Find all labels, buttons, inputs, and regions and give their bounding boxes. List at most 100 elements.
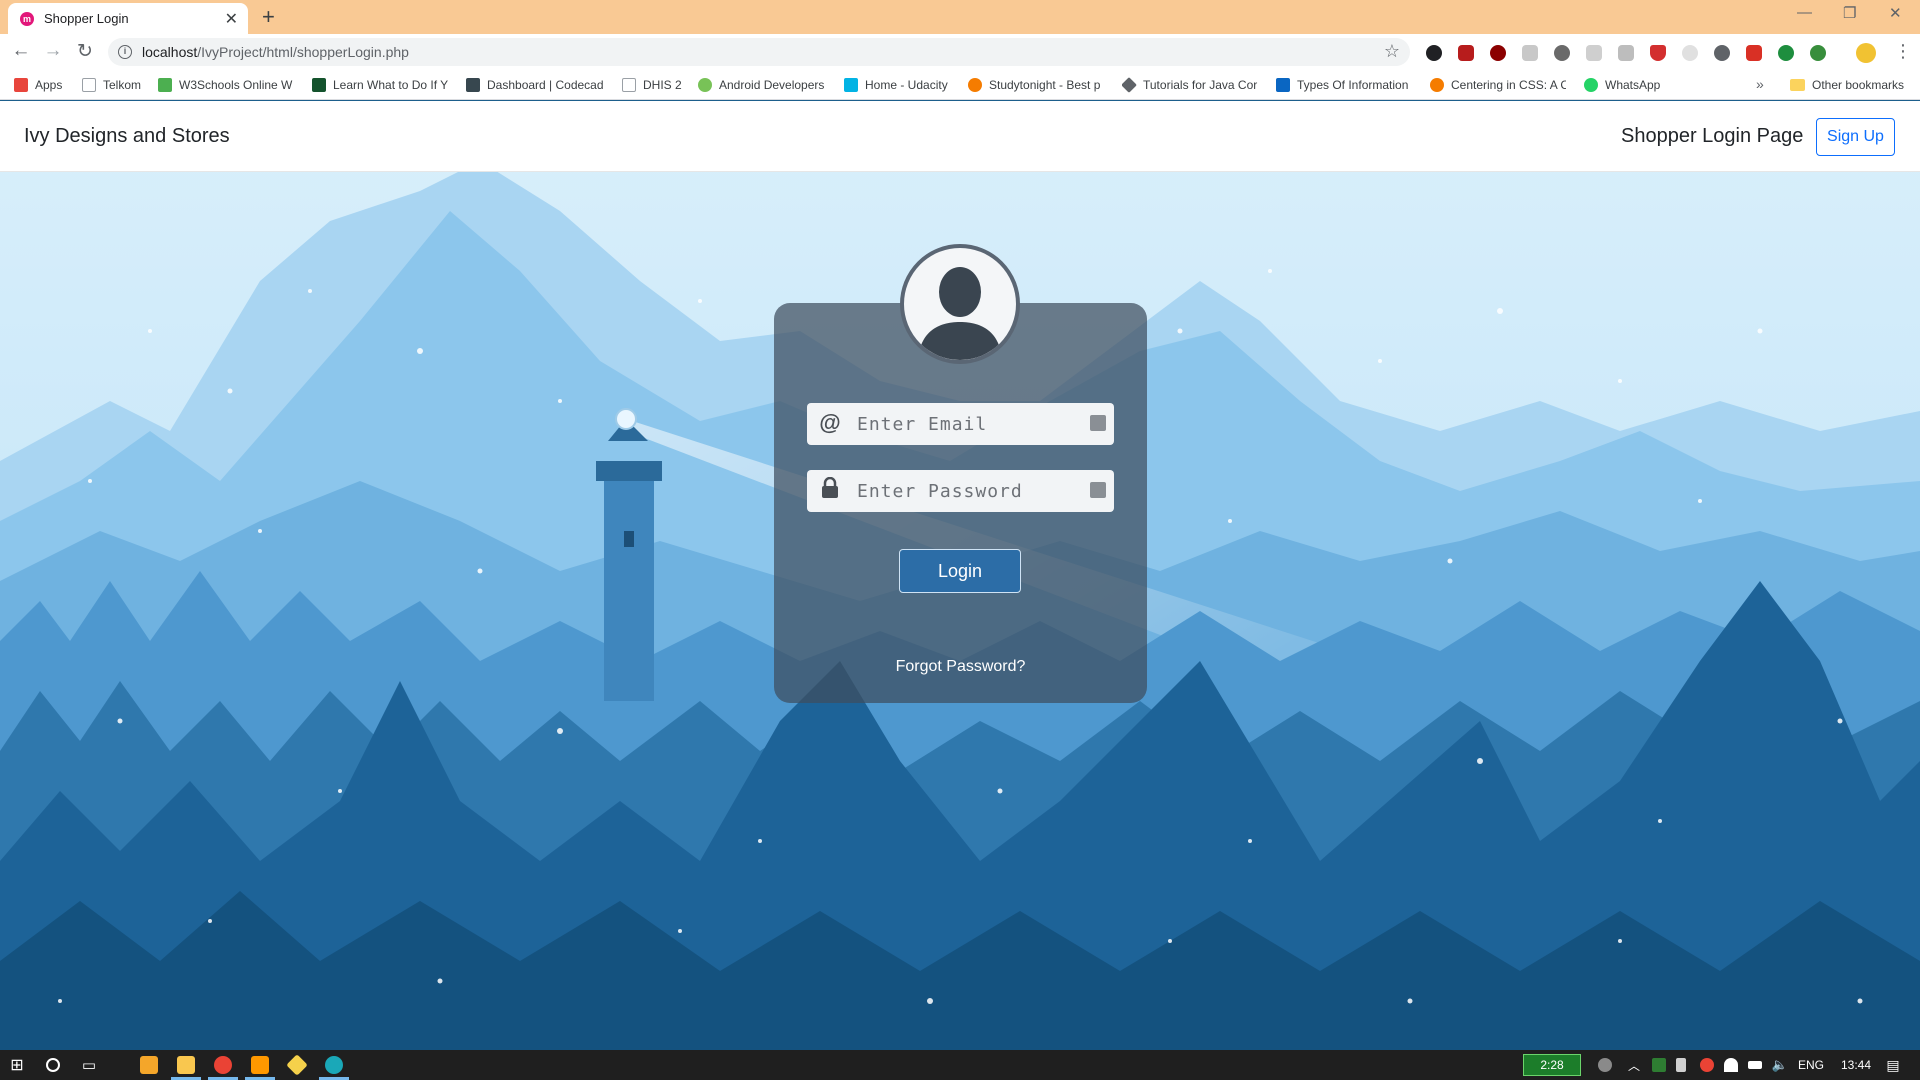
bookmark-w3schools[interactable]: W3Schools Online W (158, 70, 294, 100)
linkedin-icon (1276, 78, 1290, 92)
chevron-up-icon[interactable]: ︿ (1624, 1050, 1644, 1080)
bookmark-learn[interactable]: Learn What to Do If Y (312, 70, 450, 100)
extension-tools-icon[interactable] (1586, 45, 1602, 61)
minimize-icon[interactable]: — (1797, 4, 1812, 21)
chrome-icon[interactable] (214, 1056, 232, 1074)
browser-tab[interactable]: m Shopper Login ✕ (8, 3, 248, 34)
windows-taskbar: ⊞ ▭ 2:28 ︿ 🔈 ENG 13:44 ▤ (0, 1050, 1920, 1080)
browser-menu-icon[interactable]: ⋮ (1894, 41, 1912, 62)
file-explorer-icon[interactable] (177, 1056, 195, 1074)
tray-app-icon[interactable] (1652, 1058, 1666, 1072)
extension-mail-icon[interactable] (1746, 45, 1762, 61)
bookmark-whatsapp[interactable]: WhatsApp (1584, 70, 1674, 100)
bookmark-android[interactable]: Android Developers (698, 70, 828, 100)
address-bar[interactable]: i localhost/IvyProject/html/shopperLogin… (108, 38, 1410, 66)
people-icon[interactable] (1598, 1058, 1612, 1072)
lock-icon (819, 476, 841, 505)
clock[interactable]: 13:44 (1836, 1050, 1876, 1080)
extension-image-icon[interactable] (1522, 45, 1538, 61)
codecademy-icon (466, 78, 480, 92)
password-field[interactable] (807, 470, 1114, 512)
store-icon[interactable] (140, 1056, 158, 1074)
bookmark-java[interactable]: Tutorials for Java Cor (1122, 70, 1258, 100)
wifi-icon[interactable] (1724, 1058, 1738, 1072)
extension-fingerprint-icon[interactable] (1682, 45, 1698, 61)
email-field[interactable]: @ (807, 403, 1114, 445)
profile-avatar-icon[interactable] (1856, 43, 1876, 63)
volume-icon[interactable]: 🔈 (1770, 1050, 1790, 1080)
whatsapp-icon (1584, 78, 1598, 92)
tab-favicon-icon: m (20, 12, 34, 26)
bookmark-css[interactable]: Centering in CSS: A C (1430, 70, 1566, 100)
forgot-password-link[interactable]: Forgot Password? (774, 658, 1147, 676)
user-avatar-icon (900, 244, 1020, 364)
start-windows-icon[interactable]: ⊞ (0, 1050, 34, 1080)
chrome-tray-icon[interactable] (1700, 1058, 1714, 1072)
extension-check-icon[interactable] (1778, 45, 1794, 61)
search-circle-icon[interactable] (38, 1050, 68, 1080)
forward-icon[interactable]: → (42, 40, 64, 62)
password-input[interactable] (857, 470, 1077, 512)
bookmarks-bar: Apps Telkom W3Schools Online W Learn Wha… (0, 70, 1920, 100)
restore-icon[interactable]: ❐ (1843, 4, 1856, 22)
extension-shield-icon[interactable] (1458, 45, 1474, 61)
bookmark-star-icon[interactable]: ☆ (1384, 41, 1400, 62)
w3schools-icon (158, 78, 172, 92)
cortana-icon (46, 1058, 60, 1072)
page-title: Shopper Login Page (1621, 125, 1804, 147)
android-icon (698, 78, 712, 92)
tab-title: Shopper Login (44, 11, 129, 26)
autofill-icon[interactable] (1090, 482, 1106, 498)
browser-titlebar: m Shopper Login ✕ + — ❐ ✕ (0, 0, 1920, 34)
bookmark-linkedin[interactable]: Types Of Information (1276, 70, 1410, 100)
close-window-icon[interactable]: ✕ (1889, 4, 1902, 22)
usb-icon[interactable] (1676, 1058, 1686, 1072)
sublime-icon[interactable] (251, 1056, 269, 1074)
page-icon (82, 78, 96, 92)
extension-camera-icon[interactable] (1618, 45, 1634, 61)
site-info-icon[interactable]: i (118, 45, 132, 59)
battery-time-badge[interactable]: 2:28 (1523, 1054, 1581, 1076)
url-text: localhost/IvyProject/html/shopperLogin.p… (142, 44, 409, 60)
extension-ublock-icon[interactable] (1490, 45, 1506, 61)
tab-close-icon[interactable]: ✕ (225, 9, 238, 29)
extension-security-icon[interactable] (1650, 45, 1666, 61)
java-tutorials-icon (1122, 77, 1137, 93)
sign-up-button[interactable]: Sign Up (1816, 118, 1895, 156)
more-bookmarks-icon[interactable]: » (1756, 76, 1764, 92)
back-icon[interactable]: ← (10, 40, 32, 62)
other-bookmarks[interactable]: Other bookmarks (1790, 70, 1915, 100)
page-viewport: Ivy Designs and Stores Shopper Login Pag… (0, 101, 1920, 1050)
git-icon[interactable] (286, 1054, 308, 1076)
udacity-icon (844, 78, 858, 92)
bookmark-apps[interactable]: Apps (14, 70, 74, 100)
autofill-icon[interactable] (1090, 415, 1106, 431)
bookmark-udacity[interactable]: Home - Udacity (844, 70, 954, 100)
language-indicator[interactable]: ENG (1796, 1050, 1826, 1080)
extension-globe-icon[interactable] (1810, 45, 1826, 61)
studytonight-icon (968, 78, 982, 92)
email-input[interactable] (857, 403, 1077, 445)
reload-icon[interactable]: ↻ (74, 40, 96, 63)
page-icon (622, 78, 636, 92)
extension-sync-icon[interactable] (1426, 45, 1442, 61)
folder-icon (1790, 79, 1805, 91)
notifications-icon[interactable]: ▤ (1878, 1050, 1908, 1080)
battery-icon[interactable] (1748, 1061, 1762, 1069)
at-sign-icon: @ (819, 410, 841, 435)
bookmark-codecademy[interactable]: Dashboard | Codecad (466, 70, 606, 100)
login-button[interactable]: Login (899, 549, 1021, 593)
apps-grid-icon (14, 78, 28, 92)
extension-settings-icon[interactable] (1714, 45, 1730, 61)
asterisk-icon (1430, 78, 1444, 92)
site-navbar: Ivy Designs and Stores Shopper Login Pag… (0, 101, 1920, 172)
bookmark-telkom[interactable]: Telkom (82, 70, 148, 100)
app-icon[interactable] (325, 1056, 343, 1074)
site-brand[interactable]: Ivy Designs and Stores (24, 125, 230, 148)
bookmark-dhis2[interactable]: DHIS 2 (622, 70, 686, 100)
new-tab-icon[interactable]: + (262, 4, 275, 30)
bookmark-studytonight[interactable]: Studytonight - Best p (968, 70, 1104, 100)
browser-toolbar: ← → ↻ i localhost/IvyProject/html/shoppe… (0, 34, 1920, 70)
task-view-icon[interactable]: ▭ (74, 1050, 104, 1080)
extension-pen-icon[interactable] (1554, 45, 1570, 61)
